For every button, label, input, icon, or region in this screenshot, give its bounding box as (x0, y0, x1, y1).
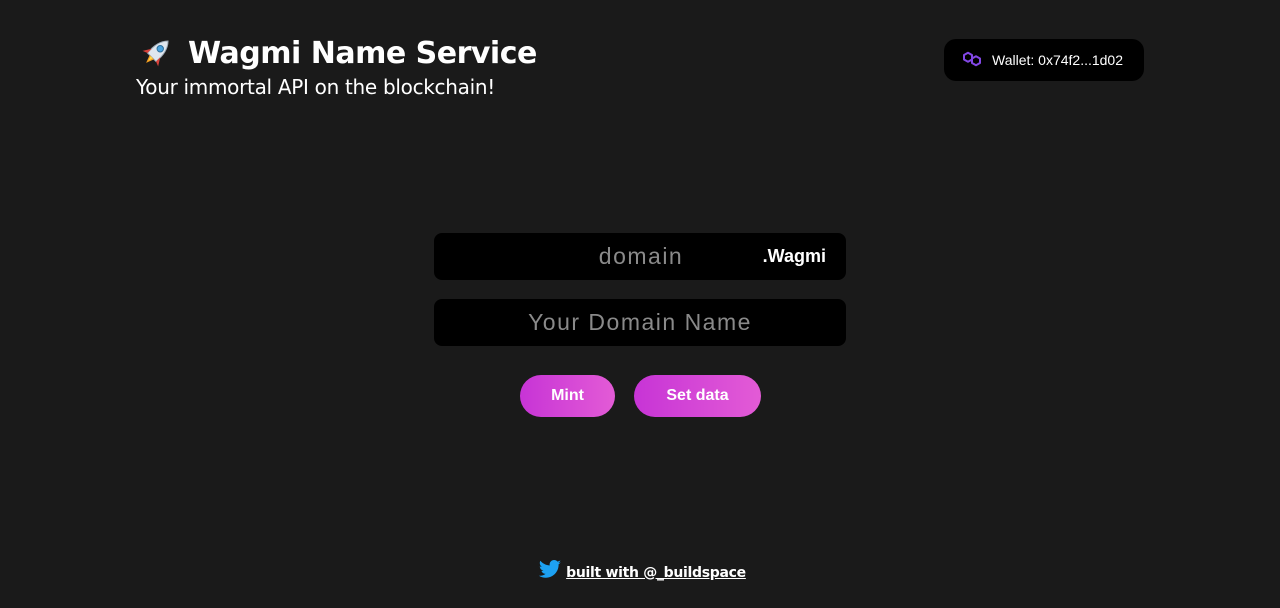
domain-field: .Wagmi (434, 233, 846, 280)
header: Wagmi Name Service Your immortal API on … (136, 32, 537, 100)
domain-form: .Wagmi (434, 233, 846, 346)
buildspace-link[interactable]: built with @_buildspace (566, 565, 746, 581)
footer: built with @_buildspace (0, 560, 1280, 585)
set-data-button[interactable]: Set data (634, 375, 761, 417)
action-buttons: Mint Set data (520, 375, 761, 417)
page-subtitle: Your immortal API on the blockchain! (136, 75, 495, 99)
wallet-address: Wallet: 0x74f2...1d02 (992, 52, 1124, 68)
twitter-icon (534, 560, 562, 585)
polygon-icon (961, 49, 983, 72)
record-input[interactable] (434, 299, 846, 346)
wallet-badge[interactable]: Wallet: 0x74f2...1d02 (944, 39, 1144, 81)
tld-label: .Wagmi (762, 246, 826, 266)
page-title: Wagmi Name Service (188, 35, 537, 71)
rocket-icon (136, 33, 176, 73)
title-row: Wagmi Name Service (136, 32, 537, 74)
record-field (434, 299, 846, 346)
page: Wagmi Name Service Your immortal API on … (0, 0, 1280, 608)
mint-button[interactable]: Mint (520, 375, 615, 417)
